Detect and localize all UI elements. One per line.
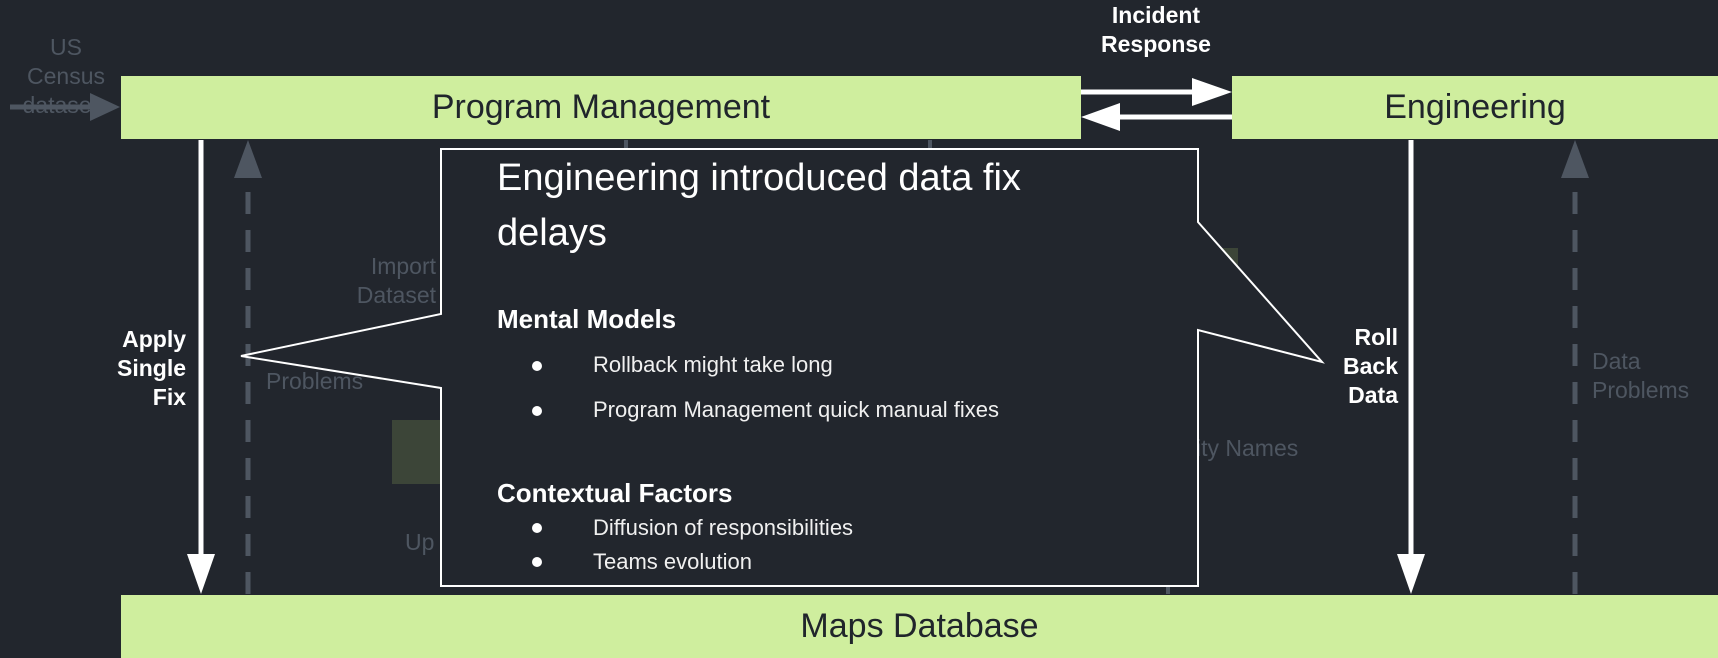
apply-fix-arrow-head (187, 554, 215, 594)
bullet-icon (532, 523, 542, 533)
us-census-arrow-head (90, 93, 120, 121)
contextual-factors-item-2: Teams evolution (593, 549, 752, 574)
bullet-icon (532, 557, 542, 567)
incident-response-arrow-left-head (1081, 103, 1120, 131)
engineering-label: Engineering (1384, 88, 1566, 126)
contextual-factors-item-1: Diffusion of responsibilities (593, 515, 854, 540)
maps-database-label: Maps Database (800, 607, 1039, 645)
bullet-icon (532, 406, 542, 416)
contextual-factors-heading: Contextual Factors (497, 478, 733, 508)
engineering-box[interactable]: Engineering (1232, 76, 1718, 139)
roll-back-arrow-head (1397, 554, 1425, 594)
dashed-problems-arrow-right-head (1561, 140, 1589, 178)
dashed-problems-arrow-left-head (234, 140, 262, 178)
maps-database-box[interactable]: Maps Database (121, 595, 1718, 658)
incident-response-arrow-right-head (1192, 78, 1232, 106)
incident-response-label: Incident Response (1101, 2, 1211, 57)
mental-models-heading: Mental Models (497, 304, 677, 334)
roll-back-data-label: Roll Back Data (1343, 324, 1398, 408)
apply-single-fix-label: Apply Single Fix (116, 326, 186, 410)
mental-models-item-1: Rollback might take long (593, 352, 833, 377)
mental-models-item-2: Program Management quick manual fixes (593, 397, 999, 422)
program-management-label: Program Management (431, 88, 771, 126)
program-management-box[interactable]: Program Management (121, 76, 1081, 139)
bullet-icon (532, 361, 542, 371)
callout-title: Engineering introduced data fix delays (497, 157, 1021, 254)
